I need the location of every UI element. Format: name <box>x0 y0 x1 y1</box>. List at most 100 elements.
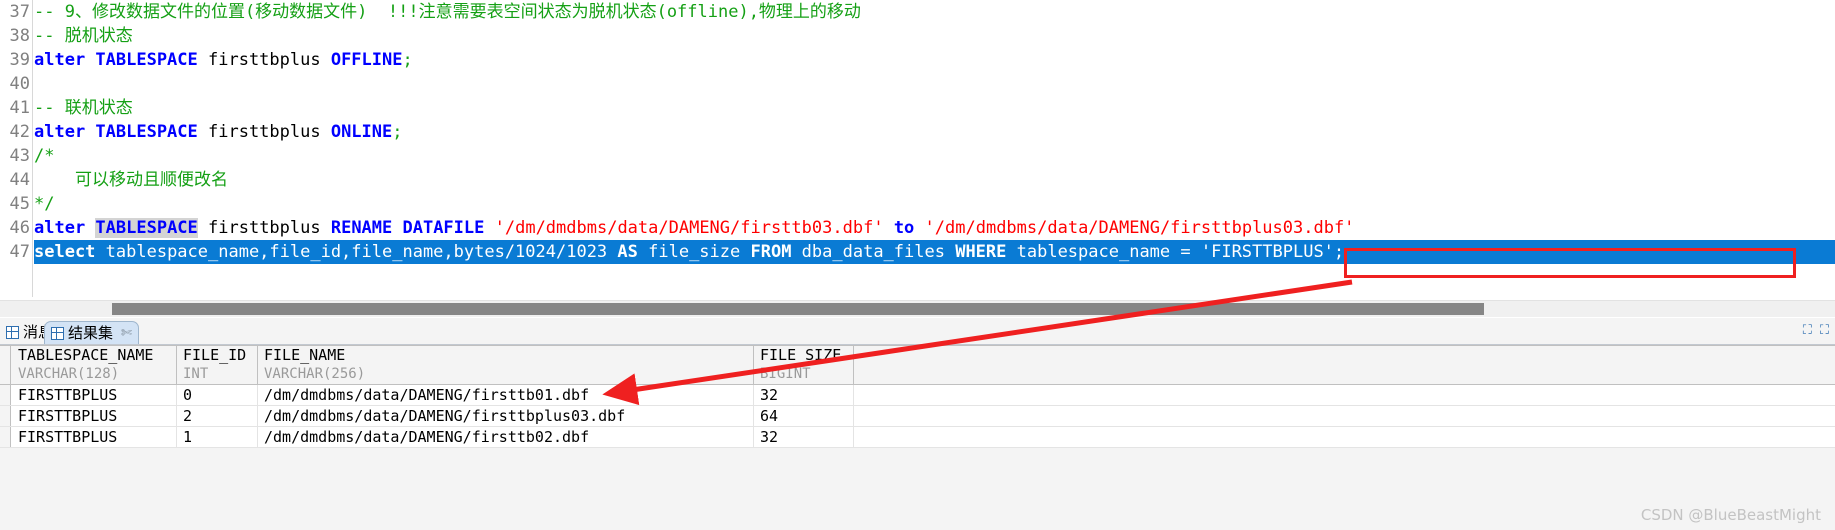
code-token: */ <box>34 194 55 214</box>
code-line-text: -- 联机状态 <box>34 96 133 120</box>
code-lines[interactable]: 37 -- 9、修改数据文件的位置(移动数据文件) !!!注意需要表空间状态为脱机… <box>0 0 1835 264</box>
code-token: TABLESPACE <box>95 218 198 238</box>
table-cell[interactable]: 32 <box>754 427 854 447</box>
code-token: RENAME DATAFILE <box>330 218 485 238</box>
result-grid[interactable]: TABLESPACE_NAME VARCHAR(128) FILE_ID INT FIL… <box>0 345 1835 448</box>
code-line[interactable]: 45 */ <box>0 192 1835 216</box>
code-token: tablespace_name,file_id,file_name,bytes/… <box>95 242 618 262</box>
table-cell[interactable]: FIRSTTBPLUS <box>12 427 177 447</box>
code-line-text: select tablespace_name,file_id,file_name… <box>34 240 1344 264</box>
table-row[interactable]: FIRSTTBPLUS 1/dm/dmdbms/data/DAMENG/first… <box>0 427 1835 448</box>
table-cell[interactable]: /dm/dmdbms/data/DAMENG/firsttb02.dbf <box>258 427 754 447</box>
code-line[interactable]: 44 可以移动且顺便改名 <box>0 168 1835 192</box>
code-line-text: 可以移动且顺便改名 <box>34 168 228 192</box>
code-token: to <box>893 218 915 238</box>
table-cell[interactable]: /dm/dmdbms/data/DAMENG/firsttbplus03.dbf <box>258 406 754 426</box>
line-number: 46 <box>0 216 30 240</box>
code-token: '/dm/dmdbms/data/DAMENG/firsttb03.dbf' <box>494 218 884 238</box>
code-line-text: -- 9、修改数据文件的位置(移动数据文件) !!!注意需要表空间状态为脱机状态… <box>34 0 861 24</box>
row-number-cell[interactable] <box>0 385 11 405</box>
panel-controls: ⛶ ⛶ <box>1803 322 1829 338</box>
close-icon[interactable]: ✄ <box>121 322 132 345</box>
table-cell[interactable]: FIRSTTBPLUS <box>12 385 177 405</box>
grid-icon <box>51 326 64 340</box>
code-token: ONLINE <box>330 122 393 142</box>
grid-icon <box>6 326 19 339</box>
table-cell[interactable]: 0 <box>177 385 258 405</box>
result-grid-body[interactable]: FIRSTTBPLUS 0/dm/dmdbms/data/DAMENG/first… <box>0 385 1835 448</box>
code-line[interactable]: 40 <box>0 72 1835 96</box>
table-cell[interactable]: 2 <box>177 406 258 426</box>
column-header[interactable]: FILE_ID INT <box>177 346 258 384</box>
line-number: 47 <box>0 240 30 264</box>
code-token: firsttbplus <box>197 122 331 142</box>
result-grid-header: TABLESPACE_NAME VARCHAR(128) FILE_ID INT FIL… <box>0 345 1835 385</box>
tab-resultset-label: 结果集 <box>68 323 114 342</box>
table-row[interactable]: FIRSTTBPLUS 2/dm/dmdbms/data/DAMENG/first… <box>0 406 1835 427</box>
result-tabbar: 消息 结果集 ✄ ⛶ ⛶ <box>0 318 1835 345</box>
code-line[interactable]: 37 -- 9、修改数据文件的位置(移动数据文件) !!!注意需要表空间状态为脱机… <box>0 0 1835 24</box>
code-line[interactable]: 39 alter TABLESPACE firsttbplus OFFLINE; <box>0 48 1835 72</box>
code-line[interactable]: 46 alter TABLESPACE firsttbplus RENAME DA… <box>0 216 1835 240</box>
code-token: ; <box>402 50 413 70</box>
code-token: ; <box>392 122 403 142</box>
row-number-cell[interactable] <box>0 427 11 447</box>
line-number: 42 <box>0 120 30 144</box>
column-header-name: FILE_SIZE <box>760 346 842 364</box>
code-line-text: */ <box>34 192 54 216</box>
code-line-text: -- 脱机状态 <box>34 24 133 48</box>
code-token: ; <box>1333 242 1345 262</box>
code-token: firsttbplus <box>197 218 331 238</box>
code-line[interactable]: 47 select tablespace_name,file_id,file_na… <box>0 240 1835 264</box>
table-cell[interactable]: 64 <box>754 406 854 426</box>
column-header-type: INT <box>183 366 209 382</box>
code-token: alter <box>34 218 96 238</box>
code-token: OFFLINE <box>330 50 403 70</box>
code-token: dba_data_files <box>791 242 956 262</box>
code-line-text: alter TABLESPACE firsttbplus RENAME DATA… <box>34 216 1354 240</box>
code-token: firsttbplus <box>197 50 331 70</box>
column-header[interactable]: FILE_SIZE BIGINT <box>754 346 854 384</box>
column-header[interactable]: FILE_NAME VARCHAR(256) <box>258 346 754 384</box>
table-cell[interactable]: FIRSTTBPLUS <box>12 406 177 426</box>
code-line[interactable]: 42 alter TABLESPACE firsttbplus ONLINE; <box>0 120 1835 144</box>
line-number: 41 <box>0 96 30 120</box>
code-token: -- 脱机状态 <box>34 26 133 46</box>
table-cell[interactable]: 32 <box>754 385 854 405</box>
code-token: file_size <box>637 242 751 262</box>
code-token: FROM <box>750 242 792 262</box>
code-line[interactable]: 38 -- 脱机状态 <box>0 24 1835 48</box>
result-panel: 消息 结果集 ✄ ⛶ ⛶ TABLESPACE_NAME VARCHAR(128)… <box>0 318 1835 530</box>
code-token: -- 联机状态 <box>34 98 133 118</box>
column-header-type: VARCHAR(128) <box>18 366 120 382</box>
column-header-name: TABLESPACE_NAME <box>18 346 154 364</box>
line-number: 45 <box>0 192 30 216</box>
column-header-name: FILE_NAME <box>264 346 346 364</box>
editor-horizontal-scrollbar-track[interactable] <box>0 300 1835 317</box>
code-line[interactable]: 41 -- 联机状态 <box>0 96 1835 120</box>
column-header-type: VARCHAR(256) <box>264 366 366 382</box>
code-token: -- 9、修改数据文件的位置(移动数据文件) !!!注意需要表空间状态为脱机状态… <box>34 2 861 22</box>
row-number-cell[interactable] <box>0 406 11 426</box>
code-token: select <box>34 242 96 262</box>
column-header-type: BIGINT <box>760 366 811 382</box>
maximize-icon[interactable]: ⛶ <box>1803 322 1812 338</box>
code-token: 可以移动且顺便改名 <box>34 170 228 190</box>
code-token: '/dm/dmdbms/data/DAMENG/firsttbplus03.db… <box>924 218 1355 238</box>
code-token: 'FIRSTTBPLUS' <box>1200 242 1334 262</box>
restore-icon[interactable]: ⛶ <box>1820 322 1829 338</box>
column-header[interactable]: TABLESPACE_NAME VARCHAR(128) <box>12 346 177 384</box>
code-token: /* <box>34 146 55 166</box>
editor-horizontal-scrollbar-thumb[interactable] <box>112 303 1484 315</box>
line-number: 43 <box>0 144 30 168</box>
code-token: WHERE <box>955 242 1007 262</box>
table-cell[interactable]: 1 <box>177 427 258 447</box>
code-line[interactable]: 43/* <box>0 144 1835 168</box>
sql-editor[interactable]: 37 -- 9、修改数据文件的位置(移动数据文件) !!!注意需要表空间状态为脱机… <box>0 0 1835 297</box>
code-token: alter TABLESPACE <box>34 50 198 70</box>
table-cell[interactable]: /dm/dmdbms/data/DAMENG/firsttb01.dbf <box>258 385 754 405</box>
tab-resultset[interactable]: 结果集 ✄ <box>44 321 139 344</box>
table-row[interactable]: FIRSTTBPLUS 0/dm/dmdbms/data/DAMENG/first… <box>0 385 1835 406</box>
code-line-text: alter TABLESPACE firsttbplus OFFLINE; <box>34 48 413 72</box>
